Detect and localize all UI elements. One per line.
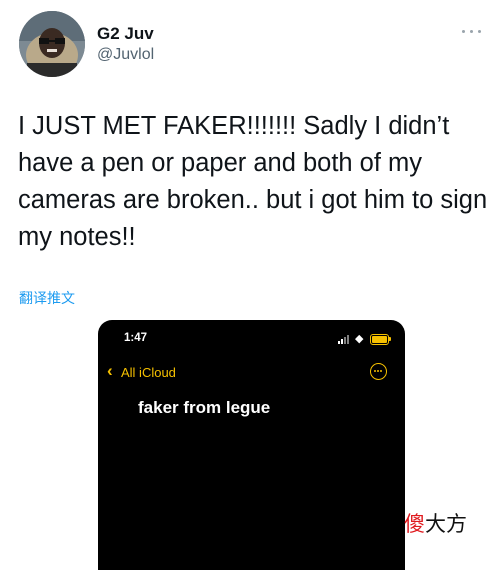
watermark-first-char: 傻 bbox=[404, 512, 425, 536]
author-handle[interactable]: @Juvlol bbox=[97, 46, 154, 64]
note-title: faker from legue bbox=[138, 398, 271, 417]
back-button-label: All iCloud bbox=[121, 365, 176, 380]
status-bar-time: 1:47 bbox=[124, 332, 148, 344]
signal-icon bbox=[338, 335, 350, 344]
battery-icon bbox=[370, 334, 389, 345]
watermark-rest: 大方 bbox=[425, 512, 467, 536]
status-bar-icons: ◆ bbox=[338, 333, 394, 345]
author-name[interactable]: G2 Juv bbox=[97, 24, 154, 44]
watermark: 傻大方 bbox=[404, 512, 467, 536]
more-options-icon[interactable] bbox=[370, 363, 387, 380]
tweet-media-image[interactable]: 1:47 ◆ ‹ All iCloud faker from legue bbox=[98, 320, 405, 570]
more-horizontal-icon[interactable] bbox=[460, 25, 484, 37]
translate-tweet-link[interactable]: 翻译推文 bbox=[19, 288, 75, 308]
chevron-left-icon: ‹ bbox=[107, 361, 113, 380]
wifi-icon: ◆ bbox=[355, 333, 364, 345]
avatar-image bbox=[19, 11, 85, 77]
battery-tip bbox=[389, 337, 391, 341]
avatar[interactable] bbox=[19, 11, 85, 77]
tweet-text: I JUST MET FAKER!!!!!!! Sadly I didn’t h… bbox=[18, 112, 495, 251]
